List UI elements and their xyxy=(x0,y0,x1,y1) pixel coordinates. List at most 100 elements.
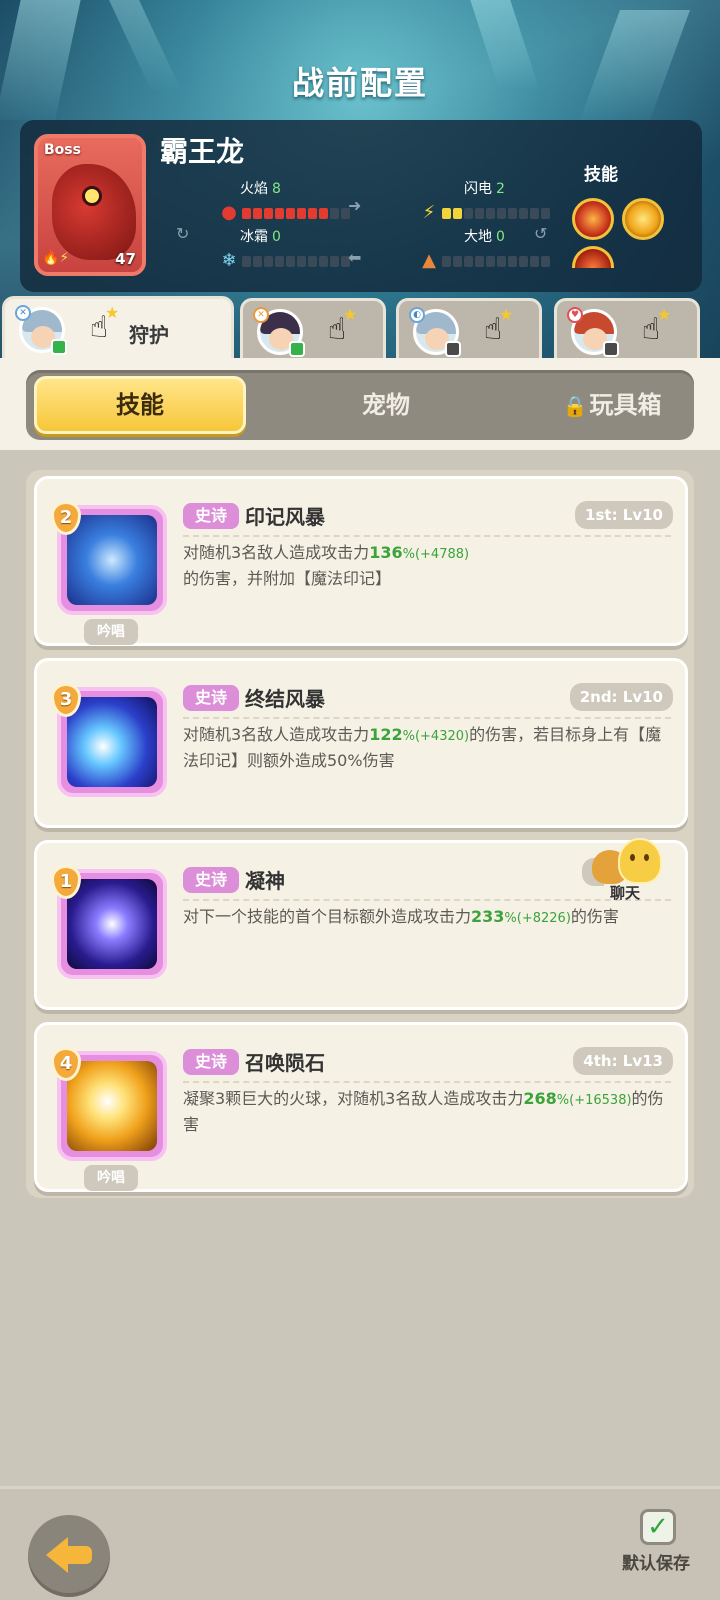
skill-description: 对下一个技能的首个目标额外造成攻击力233%(+8226)的伤害 xyxy=(183,905,673,931)
stat-label: 闪电 xyxy=(464,181,492,197)
stat-bar-segment xyxy=(475,255,484,267)
stat-bar-segment xyxy=(253,207,262,219)
stat-ice: 冰霜 0 ❄ xyxy=(218,226,418,272)
default-save-checkbox[interactable]: ✓ xyxy=(640,1509,676,1545)
desc-percent: 268 xyxy=(523,1089,557,1108)
hero-tab-label: 狩护 xyxy=(129,323,169,347)
stat-bar-segment xyxy=(508,255,517,267)
stat-bar-segment xyxy=(286,255,295,267)
desc-text: 对下一个技能的首个目标额外造成攻击力 xyxy=(183,907,472,926)
hero-tab-2[interactable]: ✕ ☝ ★ xyxy=(240,298,386,358)
tab-skills[interactable]: 技能 xyxy=(34,376,246,434)
vortex-icon xyxy=(67,697,157,787)
category-tab-area: 技能 宠物 🔒玩具箱 xyxy=(0,358,720,450)
skill-slot-level: 1st: Lv10 xyxy=(575,501,673,529)
desc-text: 的伤害 xyxy=(570,907,619,926)
category-tabs: 技能 宠物 🔒玩具箱 xyxy=(26,370,694,440)
back-arrow-icon xyxy=(46,1537,68,1573)
stat-label: 火焰 xyxy=(240,181,268,197)
stat-bar-segment xyxy=(453,207,462,219)
skill-card[interactable]: 3 史诗 终结风暴 2nd: Lv10 对随机3名敌人造成攻击力122%(+43… xyxy=(34,658,688,828)
eye-icon xyxy=(67,879,157,969)
skill-card[interactable]: 4 吟唱 史诗 召唤陨石 4th: Lv13 凝聚3颗巨大的火球，对随机3名敌人… xyxy=(34,1022,688,1192)
skill-description: 对随机3名敌人造成攻击力122%(+4320)的伤害，若目标身上有【魔法印记】则… xyxy=(183,723,673,773)
skill-name: 召唤陨石 xyxy=(245,1051,325,1075)
desc-text: 对随机3名敌人造成攻击力 xyxy=(183,725,370,744)
bottom-bar: ✓ 默认保存 xyxy=(0,1486,720,1600)
rarity-tag: 史诗 xyxy=(183,685,239,711)
chat-status-icon xyxy=(51,339,67,355)
cycle-arrow-icon: ↻ xyxy=(176,224,190,243)
desc-text: 对随机3名敌人造成攻击力 xyxy=(183,543,370,562)
hero-tab-bar: ✕ ☝ ★ 狩护 ✕ ☝ ★ ◐ ☝ ★ ♥ ☝ ★ xyxy=(0,296,720,360)
stat-bar-segment xyxy=(264,207,273,219)
skill-name: 凝神 xyxy=(245,869,285,893)
stat-bar-segment xyxy=(497,255,506,267)
stat-bar-segment xyxy=(486,255,495,267)
stat-bar-segment xyxy=(242,255,251,267)
skill-card[interactable]: 2 吟唱 史诗 印记风暴 1st: Lv10 对随机3名敌人造成攻击力136%(… xyxy=(34,476,688,646)
star-icon: ★ xyxy=(105,303,120,322)
stat-bar-segment xyxy=(253,255,262,267)
rarity-tag: 史诗 xyxy=(183,867,239,893)
skill-name: 终结风暴 xyxy=(245,687,325,711)
chat-status-icon xyxy=(445,341,461,357)
stat-label: 大地 xyxy=(464,229,492,245)
tab-toybox[interactable]: 🔒玩具箱 xyxy=(506,376,718,434)
back-arrow-icon xyxy=(66,1546,92,1564)
stat-value: 0 xyxy=(496,229,505,245)
chat-status-icon xyxy=(289,341,305,357)
stat-bar-segment xyxy=(519,255,528,267)
boss-card[interactable]: Boss 🔥⚡ 47 xyxy=(34,134,146,276)
snowflake-icon: ❄ xyxy=(221,250,237,271)
rune-storm-icon xyxy=(67,515,157,605)
hero-tab-1[interactable]: ✕ ☝ ★ 狩护 xyxy=(2,296,234,360)
stat-bar-segment xyxy=(319,207,328,219)
desc-percent: 136 xyxy=(369,543,403,562)
skill-slot-level: 2nd: Lv10 xyxy=(569,683,673,711)
stat-bar-segment xyxy=(330,255,339,267)
boss-level: 47 xyxy=(115,250,136,268)
stat-label: 冰霜 xyxy=(240,229,268,245)
stat-bar-segment xyxy=(442,207,451,219)
stat-fire: 火焰 8 ● xyxy=(218,178,418,224)
stat-bar xyxy=(442,207,550,219)
chat-button[interactable]: 聊天 xyxy=(588,838,672,902)
divider xyxy=(183,535,671,537)
cycle-arrow-icon: ➜ xyxy=(348,196,362,215)
stat-bar-segment xyxy=(530,207,539,219)
skill-description: 对随机3名敌人造成攻击力136%(+4788) 的伤害，并附加【魔法印记】 xyxy=(183,541,673,591)
stat-bar xyxy=(442,255,550,267)
chat-label: 聊天 xyxy=(610,884,641,902)
stat-bar-segment xyxy=(519,207,528,219)
meteor-icon xyxy=(67,1061,157,1151)
back-button[interactable] xyxy=(28,1515,110,1597)
hero-tab-4[interactable]: ♥ ☝ ★ xyxy=(554,298,700,358)
stat-bar-segment xyxy=(508,207,517,219)
cycle-arrow-icon: ↺ xyxy=(534,224,548,243)
stat-bar xyxy=(242,207,350,219)
chat-status-icon xyxy=(603,341,619,357)
stat-bar xyxy=(242,255,350,267)
stat-bar-segment xyxy=(242,207,251,219)
desc-text: 凝聚3颗巨大的火球，对随机3名敌人造成攻击力 xyxy=(183,1089,524,1108)
hero-tab-3[interactable]: ◐ ☝ ★ xyxy=(396,298,542,358)
stat-bar-segment xyxy=(464,207,473,219)
boss-skill-icon[interactable] xyxy=(572,198,614,240)
boss-name: 霸王龙 xyxy=(160,135,245,168)
sword-icon: ✕ xyxy=(15,305,31,321)
percent-sign: % xyxy=(556,1093,570,1108)
skill-slot-level: 4th: Lv13 xyxy=(573,1047,673,1075)
desc-percent: 122 xyxy=(369,725,403,744)
desc-text: 的伤害，并附加【魔法印记】 xyxy=(183,569,392,588)
desc-bonus: (+4320) xyxy=(414,729,470,744)
default-save-label[interactable]: 默认保存 xyxy=(622,1549,690,1574)
star-icon: ★ xyxy=(657,305,672,324)
skill-description: 凝聚3颗巨大的火球，对随机3名敌人造成攻击力268%(+16538)的伤害 xyxy=(183,1087,673,1137)
stat-bar-segment xyxy=(264,255,273,267)
stat-bar-segment xyxy=(541,255,550,267)
stat-value: 0 xyxy=(272,229,281,245)
tab-pets[interactable]: 宠物 xyxy=(280,376,492,434)
boss-skill-icon[interactable] xyxy=(622,198,664,240)
element-icons: 🔥⚡ xyxy=(42,250,70,266)
